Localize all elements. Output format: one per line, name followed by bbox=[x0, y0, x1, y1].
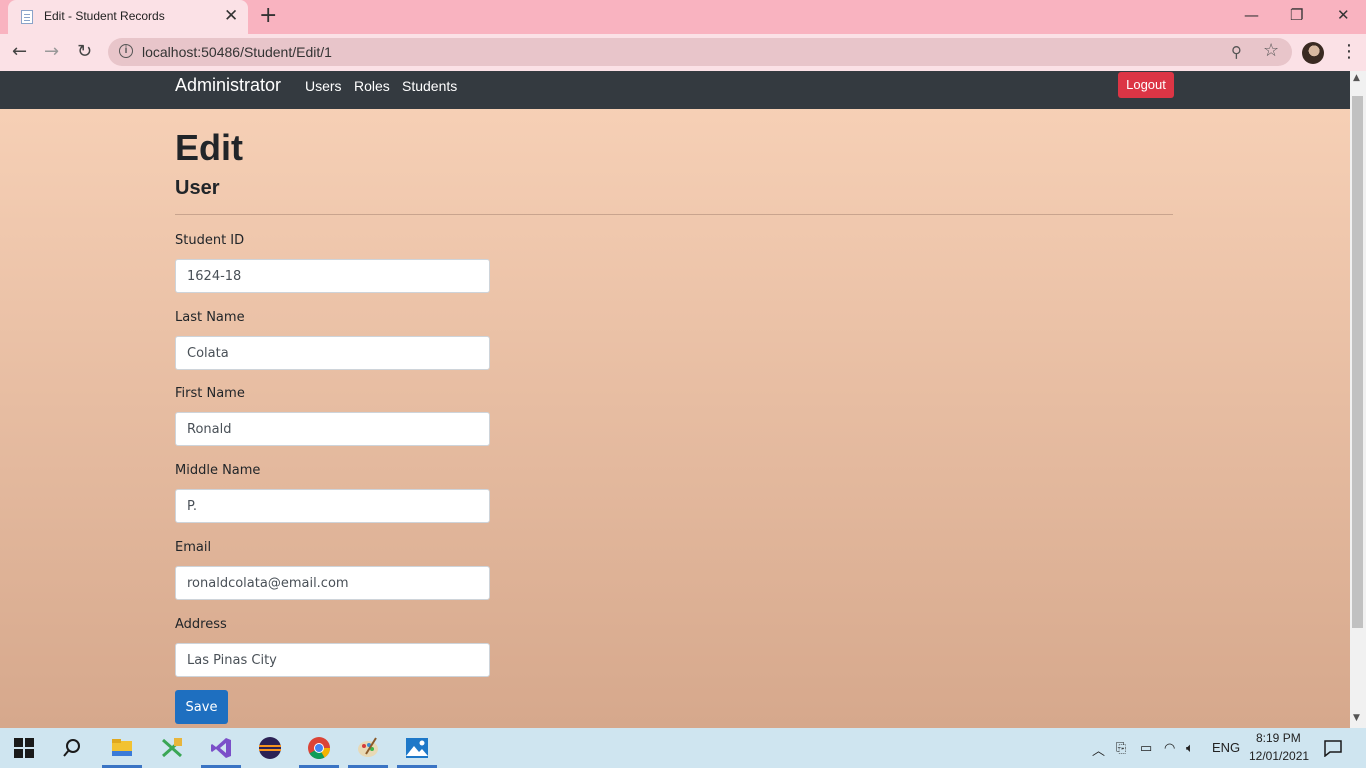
file-explorer-icon[interactable] bbox=[110, 736, 134, 760]
divider bbox=[175, 214, 1173, 215]
site-info-icon[interactable]: i bbox=[119, 44, 133, 58]
email-label: Email bbox=[175, 540, 212, 555]
scroll-down-icon[interactable]: ▼ bbox=[1353, 713, 1360, 723]
nav-link-roles[interactable]: Roles bbox=[354, 78, 390, 94]
close-tab-icon[interactable]: ✕ bbox=[224, 7, 238, 25]
volume-muted-icon[interactable]: 🔈︎ bbox=[1186, 740, 1194, 756]
windows-taskbar bbox=[0, 728, 1366, 768]
scrollbar-thumb[interactable] bbox=[1352, 96, 1363, 628]
back-icon[interactable]: ← bbox=[12, 40, 27, 64]
notification-icon[interactable] bbox=[1324, 739, 1342, 757]
save-button[interactable]: Save bbox=[175, 690, 228, 724]
page-content: Administrator Users Roles Students Logou… bbox=[0, 71, 1350, 728]
eclipse-icon[interactable] bbox=[258, 736, 282, 760]
search-icon[interactable] bbox=[62, 738, 82, 758]
minimize-icon[interactable]: — bbox=[1244, 6, 1259, 24]
browser-tab[interactable]: Edit - Student Records ✕ bbox=[8, 0, 248, 34]
address-field[interactable] bbox=[175, 643, 490, 677]
browser-menu-icon[interactable]: ⋮ bbox=[1340, 41, 1358, 62]
meet-now-icon[interactable]: ⎘ bbox=[1116, 740, 1126, 756]
page-title: Edit bbox=[175, 127, 243, 168]
middle-name-field[interactable] bbox=[175, 489, 490, 523]
xaml-tool-icon[interactable] bbox=[160, 736, 184, 760]
language-indicator[interactable]: ENG bbox=[1212, 740, 1240, 755]
wifi-icon[interactable]: ◠ bbox=[1164, 740, 1175, 756]
paint-icon[interactable] bbox=[356, 736, 380, 760]
url-text[interactable]: localhost:50486/Student/Edit/1 bbox=[142, 44, 332, 60]
nav-link-users[interactable]: Users bbox=[305, 78, 342, 94]
navbar-brand[interactable]: Administrator bbox=[175, 75, 281, 96]
page-favicon-icon bbox=[21, 10, 33, 24]
address-label: Address bbox=[175, 617, 227, 632]
forward-icon[interactable]: → bbox=[44, 40, 59, 64]
battery-icon[interactable]: ▭ bbox=[1140, 740, 1152, 756]
profile-avatar[interactable] bbox=[1302, 42, 1324, 64]
logout-button[interactable]: Logout bbox=[1118, 72, 1174, 98]
first-name-field[interactable] bbox=[175, 412, 490, 446]
chrome-icon[interactable] bbox=[307, 736, 331, 760]
site-navbar: Administrator Users Roles Students Logou… bbox=[0, 71, 1350, 109]
restore-icon[interactable]: ❐ bbox=[1290, 6, 1303, 24]
bookmark-star-icon[interactable]: ☆ bbox=[1263, 40, 1279, 61]
student-id-field[interactable] bbox=[175, 259, 490, 293]
reload-icon[interactable]: ↻ bbox=[77, 40, 92, 64]
last-name-label: Last Name bbox=[175, 310, 245, 325]
browser-titlebar: Edit - Student Records ✕ + — ❐ ✕ bbox=[0, 0, 1366, 34]
tray-chevron-up-icon[interactable]: ︿ bbox=[1092, 740, 1105, 759]
zoom-icon[interactable]: ⚲ bbox=[1231, 43, 1242, 61]
clock-time[interactable]: 8:19 PM bbox=[1256, 731, 1301, 745]
nav-link-students[interactable]: Students bbox=[402, 78, 457, 94]
student-id-label: Student ID bbox=[175, 233, 245, 248]
last-name-field[interactable] bbox=[175, 336, 490, 370]
photos-icon[interactable] bbox=[405, 736, 429, 760]
close-window-icon[interactable]: ✕ bbox=[1337, 6, 1350, 24]
new-tab-icon[interactable]: + bbox=[259, 4, 277, 28]
scroll-up-icon[interactable]: ▲ bbox=[1353, 73, 1360, 83]
windows-start-icon[interactable] bbox=[14, 738, 34, 758]
first-name-label: First Name bbox=[175, 386, 245, 401]
email-field[interactable] bbox=[175, 566, 490, 600]
clock-date[interactable]: 12/01/2021 bbox=[1249, 749, 1309, 763]
page-subtitle: User bbox=[175, 177, 220, 199]
visual-studio-icon[interactable] bbox=[209, 736, 233, 760]
tab-title: Edit - Student Records bbox=[44, 9, 165, 23]
middle-name-label: Middle Name bbox=[175, 463, 261, 478]
